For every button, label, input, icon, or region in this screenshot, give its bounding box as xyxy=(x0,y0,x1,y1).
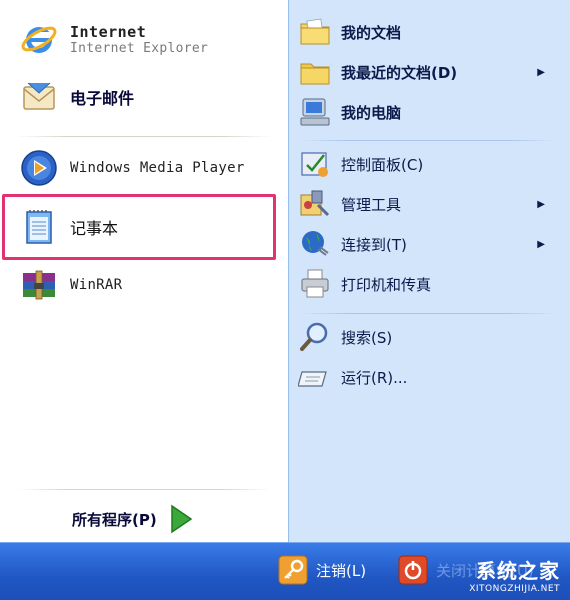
right-pane: 我的文档 我最近的文档(D) ▶ 我的电脑 控制面板(C) 管理工具 ▶ 连接到… xyxy=(288,0,570,542)
search-icon xyxy=(297,319,333,355)
right-item-my-documents[interactable]: 我的文档 xyxy=(297,14,563,50)
control-panel-icon xyxy=(297,146,333,182)
printers-icon xyxy=(297,266,333,302)
right-item-search[interactable]: 搜索(S) xyxy=(297,319,563,355)
my-documents-label: 我的文档 xyxy=(341,23,402,42)
separator xyxy=(16,136,272,137)
media-player-label: Windows Media Player xyxy=(70,160,245,176)
connect-to-icon xyxy=(297,226,333,262)
logoff-label: 注销(L) xyxy=(316,561,367,580)
printers-label: 打印机和传真 xyxy=(341,275,432,294)
all-programs-button[interactable]: 所有程序(P) xyxy=(72,504,193,534)
separator xyxy=(299,313,557,314)
email-icon xyxy=(18,76,60,118)
recent-documents-label: 我最近的文档(D) xyxy=(341,63,458,82)
admin-tools-icon xyxy=(297,186,333,222)
right-item-connect-to[interactable]: 连接到(T) ▶ xyxy=(297,226,563,262)
connect-to-label: 连接到(T) xyxy=(341,235,407,254)
control-panel-label: 控制面板(C) xyxy=(341,155,424,174)
search-label: 搜索(S) xyxy=(341,328,393,347)
watermark-logo: 系统之家 XITONGZHIJIA.NET xyxy=(469,555,560,594)
my-computer-icon xyxy=(297,94,333,130)
logoff-button[interactable]: 注销(L) xyxy=(278,555,366,585)
submenu-arrow-icon: ▶ xyxy=(537,66,545,78)
separator xyxy=(299,140,557,141)
pinned-item-internet[interactable]: Internet Internet Explorer xyxy=(18,18,208,60)
internet-subtitle: Internet Explorer xyxy=(70,40,209,56)
key-icon xyxy=(278,555,308,585)
right-item-printers[interactable]: 打印机和传真 xyxy=(297,266,563,302)
watermark-sub-text: XITONGZHIJIA.NET xyxy=(469,584,560,594)
all-programs-label: 所有程序(P) xyxy=(72,510,157,529)
media-player-icon xyxy=(18,147,60,189)
email-label: 电子邮件 xyxy=(70,89,135,108)
bottom-bar: 注销(L) 关闭计算机(U) 系统之家 XITONGZHIJIA.NET xyxy=(0,542,570,600)
winrar-label: WinRAR xyxy=(70,277,123,293)
left-pane: Internet Internet Explorer 电子邮件 Windows … xyxy=(0,0,288,542)
notepad-highlight-box xyxy=(2,194,276,260)
pinned-item-email[interactable]: 电子邮件 xyxy=(18,76,134,118)
right-item-my-computer[interactable]: 我的电脑 xyxy=(297,94,563,130)
watermark-main-text: 系统之家 xyxy=(476,559,560,583)
green-arrow-icon xyxy=(169,504,193,534)
recent-documents-icon xyxy=(297,54,333,90)
power-icon xyxy=(398,555,428,585)
right-item-control-panel[interactable]: 控制面板(C) xyxy=(297,146,563,182)
recent-item-winrar[interactable]: WinRAR xyxy=(18,264,122,306)
run-label: 运行(R)... xyxy=(341,368,408,387)
separator xyxy=(16,489,272,490)
my-computer-label: 我的电脑 xyxy=(341,103,402,122)
submenu-arrow-icon: ▶ xyxy=(537,238,545,250)
start-menu: Internet Internet Explorer 电子邮件 Windows … xyxy=(0,0,570,600)
admin-tools-label: 管理工具 xyxy=(341,195,402,214)
recent-item-media-player[interactable]: Windows Media Player xyxy=(18,147,245,189)
submenu-arrow-icon: ▶ xyxy=(537,198,545,210)
internet-explorer-icon xyxy=(18,18,60,60)
right-item-run[interactable]: 运行(R)... xyxy=(297,359,563,395)
my-documents-icon xyxy=(297,14,333,50)
right-item-admin-tools[interactable]: 管理工具 ▶ xyxy=(297,186,563,222)
winrar-icon xyxy=(18,264,60,306)
right-item-recent-documents[interactable]: 我最近的文档(D) ▶ xyxy=(297,54,563,90)
internet-title: Internet xyxy=(70,22,147,41)
run-icon xyxy=(297,359,333,395)
